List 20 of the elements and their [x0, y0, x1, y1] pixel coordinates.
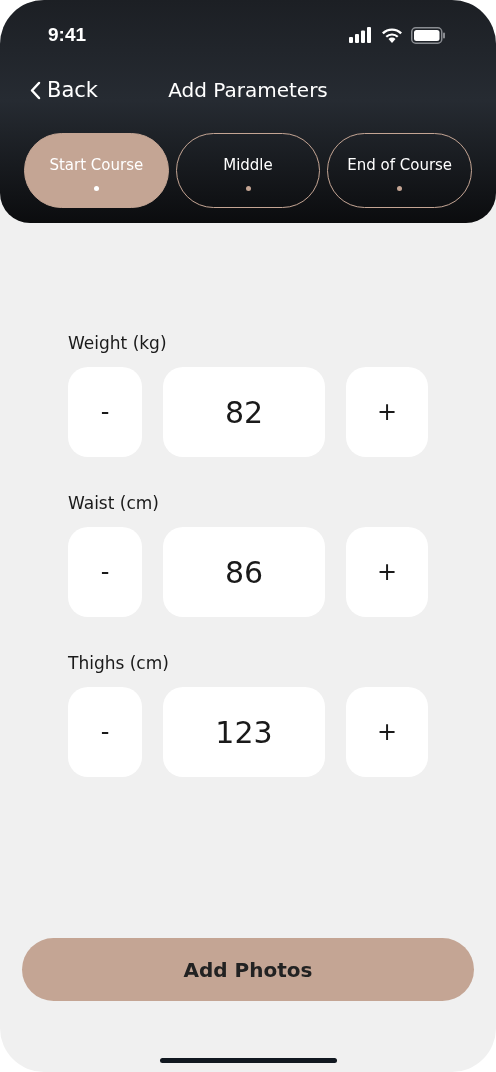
parameter-label: Waist (cm)	[68, 493, 160, 513]
parameter-label: Thighs (cm)	[68, 653, 170, 673]
value-field[interactable]: 86	[163, 527, 325, 617]
decrement-button[interactable]: -	[68, 527, 142, 617]
increment-button[interactable]: +	[346, 367, 428, 457]
increment-button[interactable]: +	[346, 687, 428, 777]
add-photos-button[interactable]: Add Photos	[22, 938, 474, 1001]
value-field[interactable]: 82	[163, 367, 325, 457]
parameter-label: Weight (kg)	[68, 333, 168, 353]
signal-icon	[349, 27, 373, 43]
decrement-button[interactable]: -	[68, 687, 142, 777]
battery-icon	[411, 26, 446, 44]
chevron-left-icon	[30, 80, 41, 100]
status-time: 9:41	[48, 24, 87, 46]
decrement-button[interactable]: -	[68, 367, 142, 457]
back-button[interactable]: Back	[24, 77, 104, 103]
increment-button[interactable]: +	[346, 527, 428, 617]
page-title: Add Parameters	[168, 78, 328, 102]
value-field[interactable]: 123	[163, 687, 325, 777]
wifi-icon	[381, 27, 403, 43]
